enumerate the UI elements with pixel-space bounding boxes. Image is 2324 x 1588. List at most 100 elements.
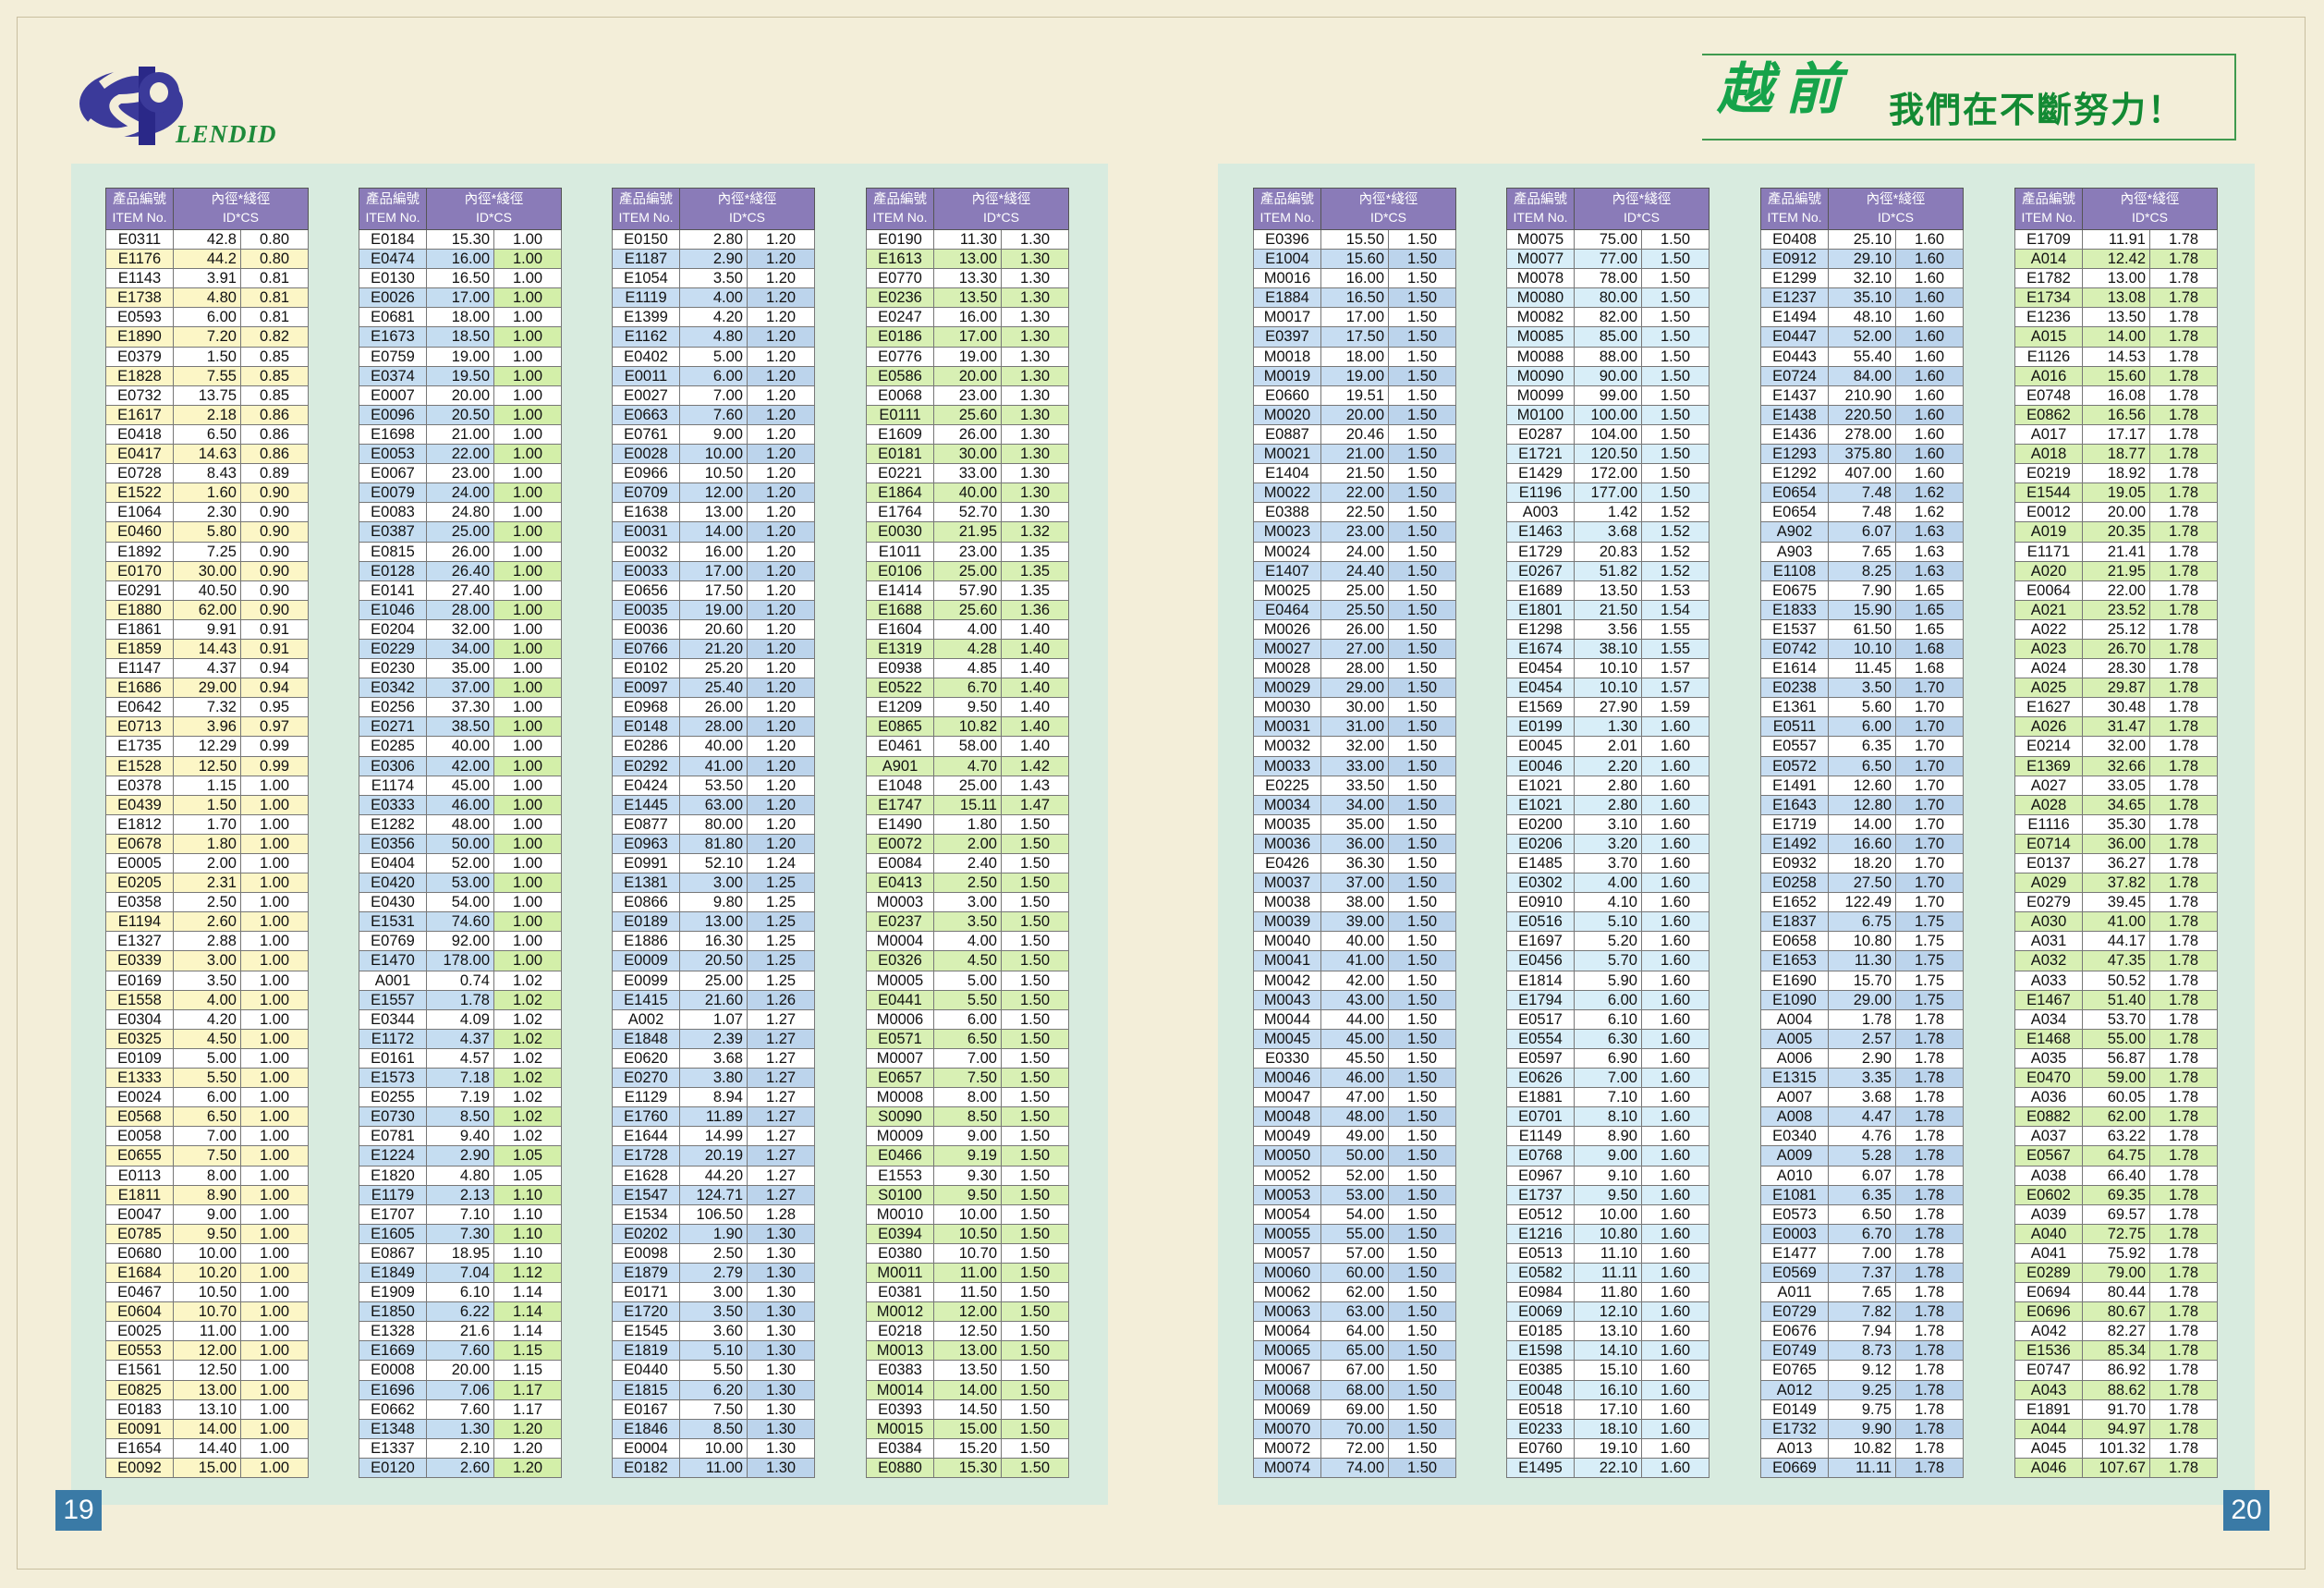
table-row: E0356 50.00 1.00 bbox=[359, 833, 562, 855]
inner-diameter-cell: 21.00 bbox=[1320, 444, 1389, 465]
table-row: E1299 32.10 1.60 bbox=[1760, 268, 1964, 289]
item-code-cell: E1116 bbox=[2014, 813, 2083, 835]
cross-section-cell: 1.50 bbox=[1388, 1399, 1456, 1420]
item-code-cell: M0053 bbox=[1253, 1184, 1321, 1205]
cross-section-cell: 1.00 bbox=[493, 483, 562, 504]
item-code-cell: A018 bbox=[2014, 444, 2083, 465]
inner-diameter-cell: 6.50 bbox=[1828, 1203, 1896, 1225]
cross-section-cell: 1.02 bbox=[493, 1106, 562, 1128]
cross-section-cell: 1.50 bbox=[1388, 560, 1456, 581]
table-row: E0742 10.10 1.68 bbox=[1760, 638, 1964, 660]
inner-diameter-cell: 25.40 bbox=[679, 678, 748, 699]
table-row: E0204 32.00 1.00 bbox=[359, 618, 562, 640]
item-code-cell: E0396 bbox=[1253, 228, 1321, 250]
item-code-cell: E1828 bbox=[105, 365, 174, 386]
inner-diameter-cell: 3.50 bbox=[173, 970, 241, 991]
item-code-cell: E0258 bbox=[1760, 873, 1829, 894]
inner-diameter-cell: 8.73 bbox=[1828, 1340, 1896, 1362]
inner-diameter-cell: 21.95 bbox=[933, 521, 1002, 543]
item-code-cell: M0055 bbox=[1253, 1223, 1321, 1244]
item-code-cell: E0218 bbox=[866, 1321, 934, 1342]
table-row: A013 10.82 1.78 bbox=[1760, 1437, 1964, 1459]
item-code-cell: M0032 bbox=[1253, 736, 1321, 757]
header-id-en: ID*CS bbox=[1624, 210, 1660, 225]
table-row: E0236 13.50 1.30 bbox=[866, 287, 1069, 309]
table-row: E0522 6.70 1.40 bbox=[866, 678, 1069, 699]
item-code-cell: E0007 bbox=[359, 385, 427, 406]
item-code-cell: E0626 bbox=[1506, 1068, 1575, 1089]
cross-section-cell: 1.10 bbox=[493, 1184, 562, 1205]
item-code-cell: E0571 bbox=[866, 1028, 934, 1049]
item-code-cell: E1738 bbox=[105, 287, 174, 309]
cross-section-cell: 1.78 bbox=[2149, 1223, 2218, 1244]
item-code-cell: M0008 bbox=[866, 1087, 934, 1108]
table-row: M0007 7.00 1.50 bbox=[866, 1047, 1069, 1069]
header-item-no: 產品編號 ITEM No. bbox=[2014, 188, 2083, 230]
item-code-cell: E0769 bbox=[359, 931, 427, 952]
cross-section-cell: 1.78 bbox=[2149, 911, 2218, 933]
spec-table: 產品編號 ITEM No. 內徑*綫徑 ID*CS E0190 11.30 1.30 E161… bbox=[866, 188, 1069, 1479]
inner-diameter-cell: 17.50 bbox=[1320, 326, 1389, 348]
table-row: E1495 22.10 1.60 bbox=[1506, 1457, 1710, 1479]
cross-section-cell: 1.00 bbox=[493, 852, 562, 874]
inner-diameter-cell: 25.00 bbox=[679, 970, 748, 991]
item-code-cell: A012 bbox=[1760, 1379, 1829, 1400]
cross-section-cell: 1.00 bbox=[493, 502, 562, 523]
inner-diameter-cell: 8.00 bbox=[173, 1165, 241, 1186]
inner-diameter-cell: 4.00 bbox=[933, 931, 1002, 952]
cross-section-cell: 1.00 bbox=[493, 755, 562, 776]
inner-diameter-cell: 15.50 bbox=[1320, 228, 1389, 250]
cross-section-cell: 1.00 bbox=[493, 736, 562, 757]
item-code-cell: M0003 bbox=[866, 892, 934, 913]
cross-section-cell: 1.30 bbox=[1001, 444, 1069, 465]
table-row: A002 1.07 1.27 bbox=[612, 1008, 815, 1030]
cross-section-cell: 1.78 bbox=[2149, 249, 2218, 270]
inner-diameter-cell: 20.60 bbox=[679, 618, 748, 640]
cross-section-cell: 1.50 bbox=[1388, 483, 1456, 504]
cross-section-cell: 1.78 bbox=[1895, 1360, 1964, 1381]
table-row: E1820 4.80 1.05 bbox=[359, 1165, 562, 1186]
cross-section-cell: 1.50 bbox=[1001, 1321, 1069, 1342]
item-code-cell: E1048 bbox=[866, 775, 934, 796]
table-row: M0064 64.00 1.50 bbox=[1253, 1321, 1456, 1342]
item-code-cell: E0027 bbox=[612, 385, 680, 406]
inner-diameter-cell: 15.30 bbox=[426, 228, 494, 250]
cross-section-cell: 1.60 bbox=[1641, 950, 1710, 971]
cross-section-cell: 1.57 bbox=[1641, 678, 1710, 699]
item-code-cell: S0100 bbox=[866, 1184, 934, 1205]
cross-section-cell: 1.78 bbox=[2149, 755, 2218, 776]
table-row: A019 20.35 1.78 bbox=[2014, 521, 2218, 543]
header-item-cn: 產品編號 bbox=[366, 192, 420, 207]
item-code-cell: E1815 bbox=[612, 1379, 680, 1400]
cross-section-cell: 1.50 bbox=[1001, 1047, 1069, 1069]
table-row: E0102 25.20 1.20 bbox=[612, 658, 815, 679]
item-code-cell: E1467 bbox=[2014, 989, 2083, 1010]
table-row: E0190 11.30 1.30 bbox=[866, 228, 1069, 250]
table-row: E1327 2.88 1.00 bbox=[105, 931, 309, 952]
inner-diameter-cell: 106.50 bbox=[679, 1203, 748, 1225]
inner-diameter-cell: 25.00 bbox=[426, 521, 494, 543]
item-code-cell: M0074 bbox=[1253, 1457, 1321, 1479]
table-row: E1021 2.80 1.60 bbox=[1506, 775, 1710, 796]
item-code-cell: A028 bbox=[2014, 794, 2083, 815]
cross-section-cell: 1.00 bbox=[493, 580, 562, 601]
cross-section-cell: 1.50 bbox=[1388, 1360, 1456, 1381]
inner-diameter-cell: 18.10 bbox=[1574, 1418, 1642, 1439]
item-code-cell: E0380 bbox=[866, 1242, 934, 1264]
inner-diameter-cell: 9.75 bbox=[1828, 1399, 1896, 1420]
cross-section-cell: 1.50 bbox=[1388, 911, 1456, 933]
inner-diameter-cell: 4.37 bbox=[426, 1028, 494, 1049]
item-code-cell: A025 bbox=[2014, 678, 2083, 699]
cross-section-cell: 1.00 bbox=[493, 911, 562, 933]
table-row: E0604 10.70 1.00 bbox=[105, 1301, 309, 1323]
table-row: E1126 14.53 1.78 bbox=[2014, 346, 2218, 367]
table-row: E0009 20.50 1.25 bbox=[612, 950, 815, 971]
header-item-cn: 產品編號 bbox=[619, 192, 673, 207]
cross-section-cell: 1.05 bbox=[493, 1165, 562, 1186]
inner-diameter-cell: 7.00 bbox=[1574, 1068, 1642, 1089]
cross-section-cell: 1.50 bbox=[1388, 1340, 1456, 1362]
item-code-cell: M0028 bbox=[1253, 658, 1321, 679]
cross-section-cell: 1.50 bbox=[1641, 404, 1710, 425]
cross-section-cell: 1.78 bbox=[2149, 1242, 2218, 1264]
table-row: E1707 7.10 1.10 bbox=[359, 1203, 562, 1225]
